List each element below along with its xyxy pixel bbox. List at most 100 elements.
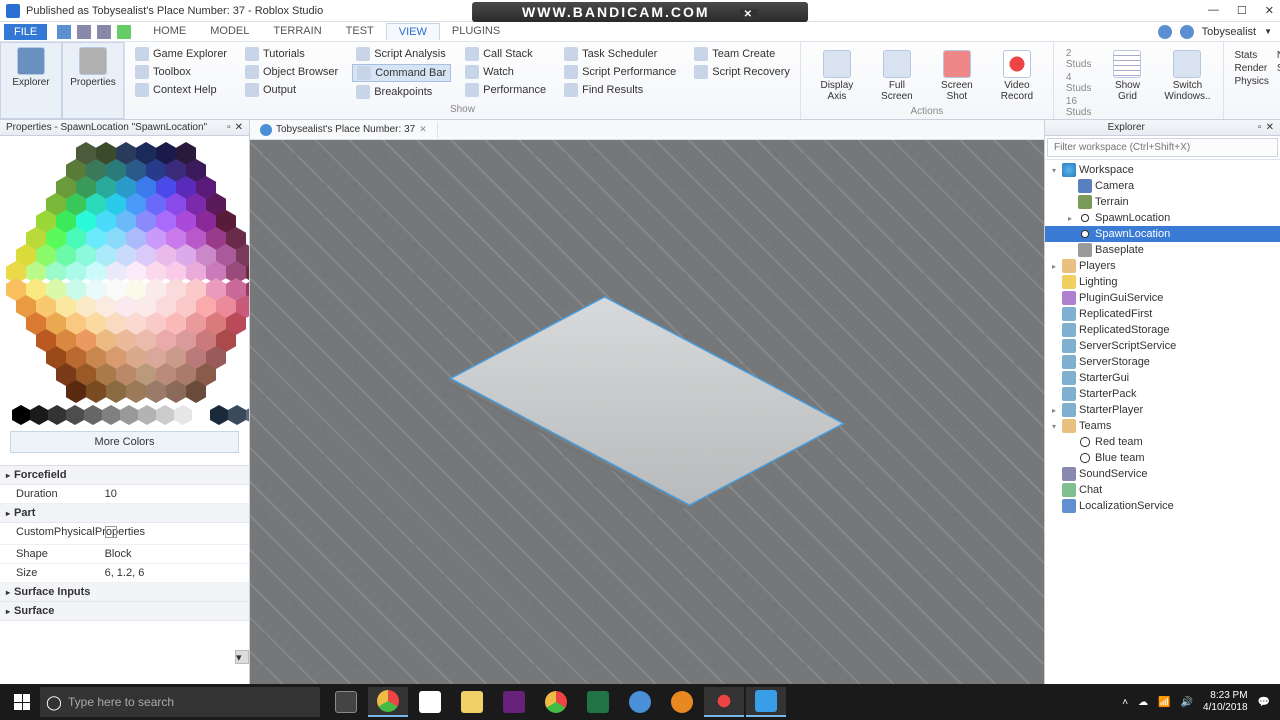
tree-replicatedfirst[interactable]: ReplicatedFirst bbox=[1045, 306, 1280, 322]
ribbon-watch[interactable]: Watch bbox=[461, 64, 550, 80]
more-colors-button[interactable]: More Colors bbox=[10, 431, 239, 453]
minimize-button[interactable]: — bbox=[1208, 4, 1219, 17]
bandicam-button[interactable] bbox=[704, 687, 744, 717]
tree-starterplayer[interactable]: ▸StarterPlayer bbox=[1045, 402, 1280, 418]
tree-players[interactable]: ▸Players bbox=[1045, 258, 1280, 274]
onedrive-icon[interactable]: ☁ bbox=[1138, 697, 1148, 708]
tree-replicatedstorage[interactable]: ReplicatedStorage bbox=[1045, 322, 1280, 338]
ribbon-object-browser[interactable]: Object Browser bbox=[241, 64, 342, 80]
excel-button[interactable] bbox=[578, 687, 618, 717]
tree-spawnlocation[interactable]: ▸SpawnLocation bbox=[1045, 210, 1280, 226]
gray-cell[interactable] bbox=[246, 405, 249, 425]
tab-plugins[interactable]: PLUGINS bbox=[440, 23, 512, 40]
ribbon-task-scheduler[interactable]: Task Scheduler bbox=[560, 46, 680, 62]
gray-cell[interactable] bbox=[210, 405, 228, 425]
wifi-icon[interactable]: 📶 bbox=[1158, 697, 1170, 708]
qat-undo-icon[interactable] bbox=[77, 25, 91, 39]
undock-icon[interactable]: ▫ bbox=[1258, 122, 1262, 133]
ribbon-script-analysis[interactable]: Script Analysis bbox=[352, 46, 451, 62]
undock-icon[interactable]: ▫ bbox=[227, 122, 231, 133]
watermark-close[interactable]: ✕ bbox=[740, 9, 758, 20]
display-axis-button[interactable]: Display Axis bbox=[807, 46, 867, 106]
properties-header[interactable]: Properties - SpawnLocation "SpawnLocatio… bbox=[0, 120, 249, 136]
ribbon-script-recovery[interactable]: Script Recovery bbox=[690, 64, 794, 80]
clock[interactable]: 8:23 PM 4/10/2018 bbox=[1203, 690, 1248, 714]
stats-btn[interactable]: Stats bbox=[1234, 50, 1268, 61]
gray-cell[interactable] bbox=[120, 405, 138, 425]
gray-cell[interactable] bbox=[30, 405, 48, 425]
ribbon-team-create[interactable]: Team Create bbox=[690, 46, 794, 62]
task-view-button[interactable] bbox=[326, 687, 366, 717]
start-button[interactable] bbox=[4, 688, 40, 716]
ribbon-output[interactable]: Output bbox=[241, 82, 342, 98]
expand-arrow[interactable]: ▸ bbox=[1065, 214, 1075, 223]
gray-cell[interactable] bbox=[174, 405, 192, 425]
val-duration[interactable]: 10 bbox=[105, 488, 249, 500]
tree-terrain[interactable]: Terrain bbox=[1045, 194, 1280, 210]
gray-cell[interactable] bbox=[228, 405, 246, 425]
explorer-button[interactable]: Explorer bbox=[0, 42, 62, 119]
ribbon-call-stack[interactable]: Call Stack bbox=[461, 46, 550, 62]
val-size[interactable]: 6, 1.2, 6 bbox=[105, 567, 249, 579]
tree-chat[interactable]: Chat bbox=[1045, 482, 1280, 498]
tree-starterpack[interactable]: StarterPack bbox=[1045, 386, 1280, 402]
gray-cell[interactable] bbox=[48, 405, 66, 425]
tree-localizationservice[interactable]: LocalizationService bbox=[1045, 498, 1280, 514]
gray-cell[interactable] bbox=[102, 405, 120, 425]
taskbar-search[interactable]: ◯ Type here to search bbox=[40, 687, 320, 717]
maximize-button[interactable]: ☐ bbox=[1237, 4, 1247, 17]
switch-windows-button[interactable]: Switch Windows.. bbox=[1157, 46, 1217, 120]
cat-forcefield[interactable]: Forcefield bbox=[0, 466, 249, 485]
gray-cell[interactable] bbox=[192, 405, 210, 425]
viewport-3d[interactable] bbox=[250, 140, 1044, 684]
firefox-button[interactable] bbox=[662, 687, 702, 717]
qat-play-icon[interactable] bbox=[117, 25, 131, 39]
ribbon-performance[interactable]: Performance bbox=[461, 82, 550, 98]
chrome-button[interactable] bbox=[368, 687, 408, 717]
screenshot-button[interactable]: Screen Shot bbox=[927, 46, 987, 106]
cat-surface-inputs[interactable]: Surface Inputs bbox=[0, 583, 249, 602]
tree-blue-team[interactable]: Blue team bbox=[1045, 450, 1280, 466]
hex-color-grid[interactable] bbox=[6, 142, 249, 425]
spawn-location-part[interactable] bbox=[477, 291, 817, 511]
edge-button[interactable] bbox=[620, 687, 660, 717]
ribbon-breakpoints[interactable]: Breakpoints bbox=[352, 84, 451, 100]
show-grid-button[interactable]: Show Grid bbox=[1097, 46, 1157, 120]
ribbon-find-results[interactable]: Find Results bbox=[560, 82, 680, 98]
tab-model[interactable]: MODEL bbox=[198, 23, 261, 40]
render-btn[interactable]: Render bbox=[1234, 63, 1268, 74]
qat-redo-icon[interactable] bbox=[97, 25, 111, 39]
gray-cell[interactable] bbox=[84, 405, 102, 425]
tree-red-team[interactable]: Red team bbox=[1045, 434, 1280, 450]
scrollbar-thumb[interactable]: ▾ bbox=[235, 650, 249, 664]
gray-cell[interactable] bbox=[12, 405, 30, 425]
notifications-icon[interactable]: 💬 bbox=[1258, 697, 1270, 708]
properties-button[interactable]: Properties bbox=[62, 42, 124, 119]
close-panel-icon[interactable]: ✕ bbox=[1266, 122, 1274, 133]
chrome2-button[interactable] bbox=[536, 687, 576, 717]
store-button[interactable] bbox=[410, 687, 450, 717]
help-icon[interactable] bbox=[1180, 25, 1194, 39]
doc-tab-place[interactable]: Tobysealist's Place Number: 37 ✕ bbox=[250, 122, 438, 138]
tree-teams[interactable]: ▾Teams bbox=[1045, 418, 1280, 434]
visual-studio-button[interactable] bbox=[494, 687, 534, 717]
cat-part[interactable]: Part bbox=[0, 504, 249, 523]
tree-lighting[interactable]: Lighting bbox=[1045, 274, 1280, 290]
tree-serverscriptservice[interactable]: ServerScriptService bbox=[1045, 338, 1280, 354]
ribbon-script-performance[interactable]: Script Performance bbox=[560, 64, 680, 80]
ribbon-game-explorer[interactable]: Game Explorer bbox=[131, 46, 231, 62]
close-button[interactable]: ✕ bbox=[1265, 4, 1274, 17]
physics-btn[interactable]: Physics bbox=[1234, 76, 1268, 87]
tray-up-icon[interactable]: ˄ bbox=[1122, 697, 1128, 708]
tab-view[interactable]: VIEW bbox=[386, 23, 440, 40]
ribbon-toolbox[interactable]: Toolbox bbox=[131, 64, 231, 80]
tree-camera[interactable]: Camera bbox=[1045, 178, 1280, 194]
qat-save-icon[interactable] bbox=[57, 25, 71, 39]
tab-test[interactable]: TEST bbox=[334, 23, 386, 40]
gray-cell[interactable] bbox=[138, 405, 156, 425]
username[interactable]: Tobysealist bbox=[1202, 26, 1256, 38]
file-explorer-button[interactable] bbox=[452, 687, 492, 717]
expand-arrow[interactable]: ▾ bbox=[1049, 422, 1059, 431]
filter-input[interactable] bbox=[1047, 138, 1278, 157]
tab-home[interactable]: HOME bbox=[141, 23, 198, 40]
